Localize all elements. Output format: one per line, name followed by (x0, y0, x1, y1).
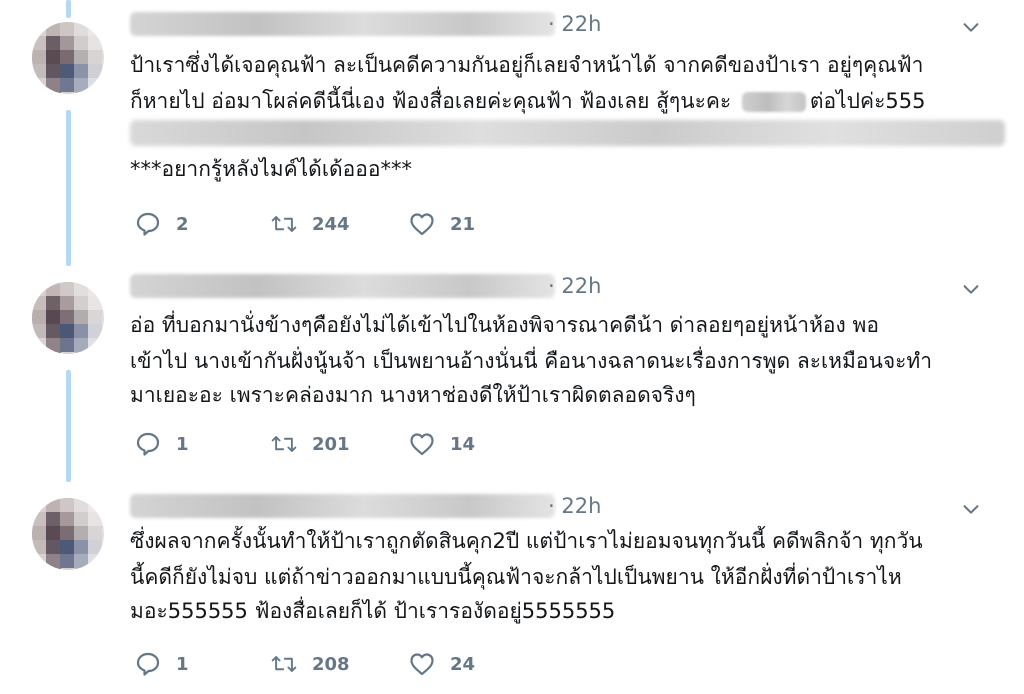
tweet-text-segment: ก็หายไป อ่อมาโผล่คดีนี้นี่เอง ฟ้องสื่อเล… (130, 89, 732, 113)
tweet-text-line: อ่อ ที่บอกมานั่งข้างๆคือยังไม่ได้เข้าไปใ… (130, 313, 879, 337)
like-count: 14 (450, 433, 476, 455)
reply-icon (136, 432, 160, 456)
tweet-text-line: ***อยากรู้หลังไมค์ได้เด้อออ*** (130, 157, 412, 181)
avatar[interactable] (32, 282, 104, 354)
like-button[interactable]: 14 (408, 430, 475, 458)
reply-icon (136, 212, 160, 236)
like-count: 24 (450, 653, 476, 675)
avatar[interactable] (32, 22, 104, 94)
tweet[interactable]: · 22h ป้าเราซึ่งได้เจอคุณฟ้า ละเป็นคดีคว… (0, 0, 1024, 260)
heart-icon (410, 213, 434, 236)
avatar[interactable] (32, 498, 104, 570)
retweet-icon (271, 436, 297, 452)
tweet-text-line: นี้คดีก็ยังไม่จบ แต่ถ้าข่าวออกมาแบบนี้คุ… (130, 565, 902, 589)
retweet-count: 244 (312, 213, 350, 235)
reply-button[interactable]: 1 (134, 430, 189, 458)
tweet-text-line: ป้าเราซึ่งได้เจอคุณฟ้า ละเป็นคดีความกันอ… (130, 53, 924, 77)
reply-count: 2 (176, 213, 189, 235)
retweet-icon (271, 656, 297, 672)
reply-count: 1 (176, 433, 189, 455)
tweet-text-line: ซึ่งผลจากครั้งนั้นทำให้ป้าเราถูกตัดสินคุ… (130, 529, 923, 553)
timestamp[interactable]: · 22h (548, 494, 601, 518)
like-button[interactable]: 24 (408, 650, 475, 678)
chevron-down-icon[interactable] (960, 16, 982, 38)
reply-button[interactable]: 1 (134, 650, 189, 678)
tweet-actions: 2 244 21 (130, 210, 630, 240)
tweet[interactable]: · 22h ซึ่งผลจากครั้งนั้นทำให้ป้าเราถูกตั… (0, 484, 1024, 694)
redacted-mention (741, 92, 806, 112)
tweet-text-line: มอะ555555 ฟ้องสื่อเลยก็ได้ ป้าเรารองัดอย… (130, 599, 616, 623)
retweet-button[interactable]: 208 (270, 650, 350, 678)
tweet-actions: 1 201 14 (130, 430, 630, 460)
retweet-icon (271, 216, 297, 232)
chevron-down-icon[interactable] (960, 278, 982, 300)
redacted-text (130, 120, 1005, 146)
tweet-text-line: ก็หายไป อ่อมาโผล่คดีนี้นี่เอง ฟ้องสื่อเล… (130, 86, 925, 116)
tweet-actions: 1 208 24 (130, 650, 630, 680)
timestamp[interactable]: · 22h (548, 274, 601, 298)
display-name[interactable] (130, 274, 555, 298)
reply-count: 1 (176, 653, 189, 675)
tweet[interactable]: · 22h อ่อ ที่บอกมานั่งข้างๆคือยังไม่ได้เ… (0, 262, 1024, 482)
display-name[interactable] (130, 494, 555, 518)
tweet-text-line: มาเยอะอะ เพราะคล่องมาก นางหาช่องดีให้ป้า… (130, 383, 696, 407)
heart-icon (410, 433, 434, 456)
reply-button[interactable]: 2 (134, 210, 189, 238)
like-count: 21 (450, 213, 476, 235)
retweet-count: 201 (312, 433, 350, 455)
tweet-text-line: เข้าไป นางเข้ากันฝั่งนู้นจ้า เป็นพยานอ้า… (130, 349, 933, 373)
retweet-count: 208 (312, 653, 350, 675)
display-name[interactable] (130, 12, 555, 36)
reply-icon (136, 652, 160, 676)
retweet-button[interactable]: 201 (270, 430, 350, 458)
heart-icon (410, 653, 434, 676)
timestamp[interactable]: · 22h (548, 12, 601, 36)
chevron-down-icon[interactable] (960, 498, 982, 520)
retweet-button[interactable]: 244 (270, 210, 350, 238)
tweet-text-segment: ต่อไปค่ะ555 (809, 89, 926, 113)
like-button[interactable]: 21 (408, 210, 475, 238)
